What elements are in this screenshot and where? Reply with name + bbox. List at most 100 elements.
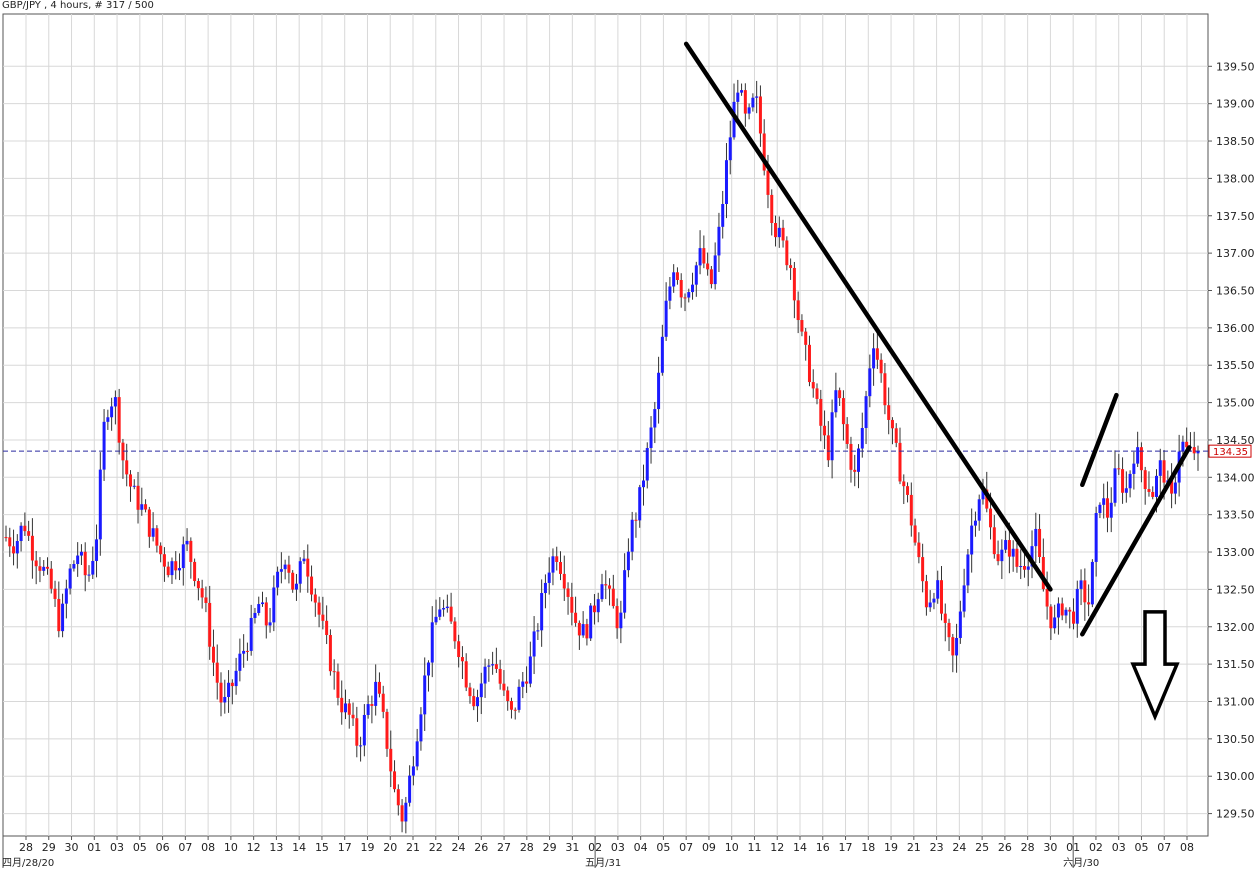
y-tick-label: 139.50 — [1216, 60, 1255, 73]
month-label: 四月/28/20 — [2, 857, 54, 869]
candle-body — [766, 170, 770, 195]
candle-body — [1004, 540, 1008, 550]
candle-body — [853, 469, 857, 472]
candle-body — [325, 620, 329, 636]
candle-body — [1162, 460, 1166, 483]
candle-body — [906, 486, 910, 495]
candle-body — [430, 622, 434, 663]
candle-body — [132, 485, 136, 487]
candle-body — [381, 693, 385, 712]
candle-body — [27, 531, 31, 536]
candle-body — [155, 528, 159, 546]
candle-body — [577, 622, 581, 636]
candle-body — [755, 96, 759, 98]
candle-body — [943, 613, 947, 623]
candle-body — [717, 226, 721, 256]
x-tick-label: 27 — [497, 841, 511, 854]
candle-body — [1105, 498, 1109, 518]
candle-body — [113, 397, 117, 407]
y-tick-label: 130.50 — [1216, 733, 1255, 746]
candle-body — [1094, 513, 1098, 562]
candle-body — [72, 564, 76, 569]
y-tick-label: 134.00 — [1216, 471, 1255, 484]
candle-body — [540, 593, 544, 631]
candle-body — [687, 292, 691, 298]
y-tick-label: 138.00 — [1216, 172, 1255, 185]
candle-body — [347, 703, 351, 715]
candle-body — [698, 248, 702, 266]
candle-body — [366, 704, 370, 715]
candle-body — [1087, 602, 1091, 605]
candle-body — [875, 348, 879, 360]
candle-body — [370, 704, 374, 706]
candle-body — [902, 481, 906, 487]
candle-body — [238, 653, 242, 671]
candle — [1090, 559, 1094, 608]
candle-body — [404, 802, 408, 822]
candle-body — [611, 588, 615, 607]
candle-body — [774, 223, 778, 238]
candle-body — [800, 320, 804, 332]
candle-body — [87, 574, 91, 576]
candle-body — [38, 566, 42, 571]
y-tick-label: 139.00 — [1216, 98, 1255, 111]
candle-body — [521, 681, 525, 687]
x-tick-label: 19 — [360, 841, 374, 854]
candle-body — [181, 544, 185, 569]
y-tick-label: 133.00 — [1216, 546, 1255, 559]
candle-body — [672, 272, 676, 287]
x-tick-label: 07 — [178, 841, 192, 854]
candle-body — [272, 587, 276, 623]
x-tick-label: 18 — [861, 841, 875, 854]
candle-body — [291, 572, 295, 590]
candle-body — [83, 551, 87, 576]
candle-body — [276, 571, 280, 588]
y-tick-label: 135.00 — [1216, 397, 1255, 410]
candle-body — [691, 284, 695, 293]
candle-body — [1132, 463, 1136, 474]
candle-body — [547, 572, 551, 583]
candle-body — [144, 504, 148, 510]
candle-body — [615, 606, 619, 629]
x-tick-label: 10 — [224, 841, 238, 854]
candle-body — [423, 675, 427, 715]
candle-body — [434, 616, 438, 623]
candle-body — [955, 637, 959, 656]
candle-body — [1181, 441, 1185, 452]
candle-body — [102, 421, 106, 470]
candle-body — [1083, 580, 1087, 603]
x-tick-label: 04 — [634, 841, 648, 854]
candle-body — [1098, 504, 1102, 514]
candle-body — [449, 606, 453, 622]
candle-body — [302, 558, 306, 562]
candle-body — [909, 494, 913, 526]
candle-body — [634, 519, 638, 521]
x-tick-label: 24 — [452, 841, 466, 854]
candle-body — [890, 419, 894, 429]
candle-body — [758, 96, 762, 134]
candle-body — [506, 690, 510, 702]
candle-body — [162, 554, 166, 567]
candle-body — [234, 670, 238, 687]
candle-body — [706, 263, 710, 270]
candle-body — [657, 372, 661, 410]
candle-body — [1011, 548, 1015, 557]
x-tick-label: 13 — [269, 841, 283, 854]
candle-body — [1000, 549, 1004, 562]
candle-body — [804, 331, 808, 345]
y-tick-label: 137.50 — [1216, 210, 1255, 223]
candle-body — [996, 554, 1000, 562]
month-label: 六月/30 — [1063, 857, 1099, 869]
candle-body — [298, 561, 302, 584]
candle-body — [857, 448, 861, 472]
candle-body — [819, 398, 823, 426]
candle-body — [68, 568, 72, 589]
candle-body — [245, 650, 249, 652]
candle-body — [117, 397, 121, 443]
candle-body — [494, 664, 498, 669]
candle-body — [393, 771, 397, 790]
y-tick-label: 133.50 — [1216, 509, 1255, 522]
candle-body — [204, 597, 208, 603]
candle-body — [79, 551, 83, 556]
candle-body — [332, 671, 336, 673]
